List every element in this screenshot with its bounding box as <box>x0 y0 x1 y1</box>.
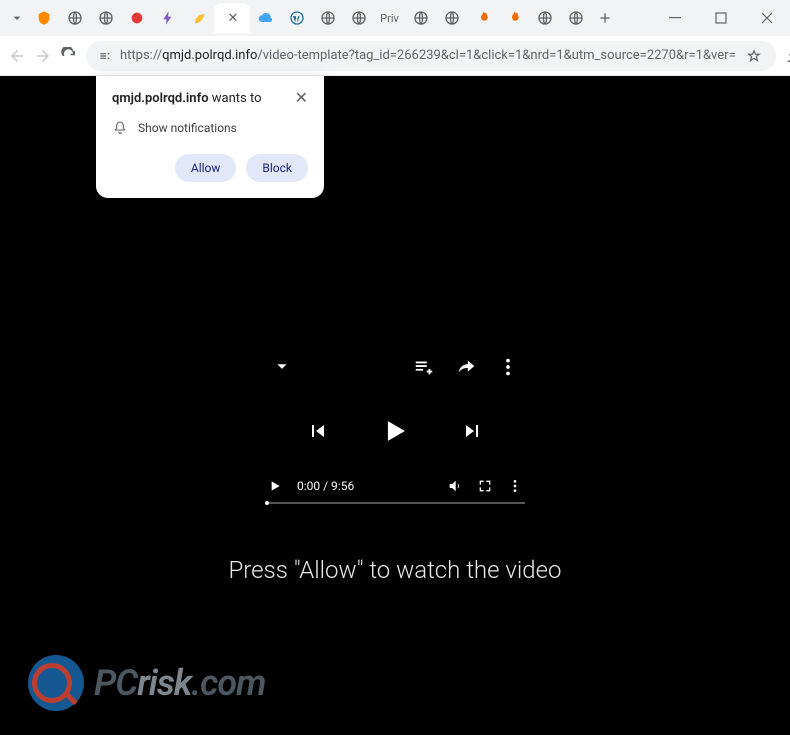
browser-tab-15[interactable] <box>467 3 498 33</box>
browser-tab-8[interactable] <box>250 3 281 33</box>
browser-tab-16[interactable] <box>498 3 529 33</box>
tab-strip: ✕ Priv <box>0 0 652 36</box>
watermark-text: PCrisk.com <box>94 662 266 704</box>
record-icon <box>129 10 145 26</box>
watermark-logo-icon <box>28 655 84 711</box>
time-display: 0:00 / 9:56 <box>297 479 354 493</box>
browser-tab-4[interactable] <box>121 3 152 33</box>
fullscreen-icon[interactable] <box>477 478 493 494</box>
url-scheme: https:// <box>120 48 162 63</box>
volume-icon[interactable] <box>447 478 463 494</box>
back-button[interactable] <box>8 42 26 70</box>
shield-icon <box>36 10 52 26</box>
bolt-icon <box>160 10 176 26</box>
globe-icon <box>98 10 114 26</box>
player-main-row <box>265 414 525 448</box>
browser-tab-1[interactable] <box>28 3 59 33</box>
close-window-button[interactable] <box>744 0 790 36</box>
share-icon[interactable] <box>455 356 477 378</box>
browser-toolbar: https://qmjd.polrqd.info/video-template?… <box>0 36 790 76</box>
globe-icon <box>568 10 584 26</box>
globe-icon <box>413 10 429 26</box>
browser-tab-14[interactable] <box>436 3 467 33</box>
browser-tab-9[interactable] <box>281 3 312 33</box>
browser-tab-17[interactable] <box>529 3 560 33</box>
maximize-icon <box>715 12 727 24</box>
browser-tab-12[interactable]: Priv <box>374 3 405 33</box>
notification-origin: qmjd.polrqd.info wants to <box>112 91 262 106</box>
browser-tab-6[interactable] <box>183 3 214 33</box>
skip-previous-icon[interactable] <box>306 419 330 443</box>
window-controls <box>652 0 790 36</box>
url-text: https://qmjd.polrqd.info/video-template?… <box>120 48 736 63</box>
forward-button[interactable] <box>34 42 52 70</box>
instruction-text: Press "Allow" to watch the video <box>0 556 790 584</box>
url-host: qmjd.polrqd.info <box>162 48 257 63</box>
browser-tab-2[interactable] <box>59 3 90 33</box>
progress-bar[interactable] <box>265 502 525 504</box>
allow-button[interactable]: Allow <box>175 154 237 182</box>
chevron-down-icon[interactable] <box>271 356 293 378</box>
download-icon <box>784 47 790 65</box>
notification-permission-popup: qmjd.polrqd.info wants to ✕ Show notific… <box>96 76 324 198</box>
close-icon[interactable]: ✕ <box>228 11 239 26</box>
play-icon[interactable] <box>378 414 412 448</box>
reload-icon <box>60 47 78 65</box>
block-button[interactable]: Block <box>246 154 308 182</box>
video-player: 0:00 / 9:56 <box>265 356 525 504</box>
playlist-add-icon[interactable] <box>413 356 435 378</box>
arrow-left-icon <box>8 47 26 65</box>
cloud-icon <box>258 10 274 26</box>
address-bar[interactable]: https://qmjd.polrqd.info/video-template?… <box>86 41 776 71</box>
browser-tab-13[interactable] <box>405 3 436 33</box>
globe-icon <box>537 10 553 26</box>
play-small-icon[interactable] <box>267 478 283 494</box>
notification-buttons: Allow Block <box>112 154 308 182</box>
bookmark-button[interactable] <box>744 46 764 66</box>
browser-tab-10[interactable] <box>312 3 343 33</box>
fire-icon <box>506 10 522 26</box>
leaf-icon <box>191 10 207 26</box>
window-titlebar: ✕ Priv <box>0 0 790 36</box>
fire-icon <box>475 10 491 26</box>
notification-permission-row: Show notifications <box>112 120 308 136</box>
browser-tab-5[interactable] <box>152 3 183 33</box>
browser-tab-3[interactable] <box>90 3 121 33</box>
notification-permission-label: Show notifications <box>138 121 237 135</box>
bell-icon <box>112 120 128 136</box>
close-icon <box>761 12 773 24</box>
globe-icon <box>67 10 83 26</box>
url-path: /video-template?tag_id=266239&cl=1&click… <box>257 48 735 63</box>
browser-tab-active[interactable]: ✕ <box>214 3 250 33</box>
arrow-right-icon <box>34 47 52 65</box>
player-top-row <box>265 356 525 378</box>
wordpress-icon <box>289 10 305 26</box>
minimize-button[interactable] <box>652 0 698 36</box>
downloads-button[interactable] <box>784 42 790 70</box>
globe-icon <box>444 10 460 26</box>
chevron-down-icon <box>9 10 25 26</box>
plus-icon <box>597 10 613 26</box>
maximize-button[interactable] <box>698 0 744 36</box>
globe-icon <box>351 10 367 26</box>
kebab-icon[interactable] <box>507 478 523 494</box>
priv-label: Priv <box>380 12 399 25</box>
notification-close-button[interactable]: ✕ <box>295 90 308 106</box>
kebab-icon[interactable] <box>497 356 519 378</box>
browser-tab-18[interactable] <box>560 3 591 33</box>
minimize-icon <box>669 12 681 24</box>
skip-next-icon[interactable] <box>460 419 484 443</box>
globe-icon <box>320 10 336 26</box>
watermark: PCrisk.com <box>28 655 266 711</box>
reload-button[interactable] <box>60 42 78 70</box>
player-bottom-row: 0:00 / 9:56 <box>265 478 525 494</box>
new-tab-button[interactable] <box>591 3 619 33</box>
tab-search-dropdown[interactable] <box>6 3 28 33</box>
browser-tab-11[interactable] <box>343 3 374 33</box>
site-settings-icon[interactable] <box>98 49 112 63</box>
notification-title-row: qmjd.polrqd.info wants to ✕ <box>112 90 308 106</box>
star-icon <box>747 49 761 63</box>
